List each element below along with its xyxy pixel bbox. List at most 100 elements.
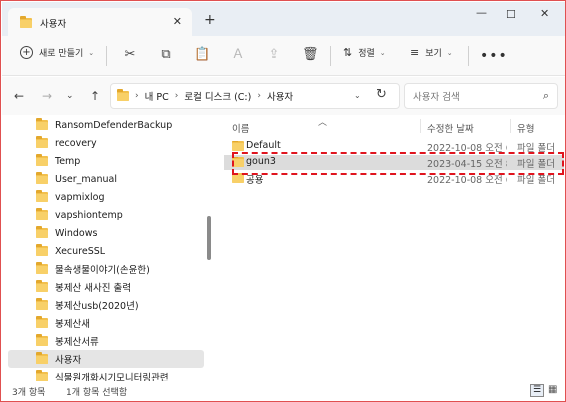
folder-icon xyxy=(36,118,48,130)
folder-icon xyxy=(20,15,32,28)
tree-item-selected[interactable]: 사용자 xyxy=(8,350,204,368)
tree-item-label: RansomDefenderBackup xyxy=(55,119,173,131)
new-button[interactable]: + 새로 만들기 ⌄ xyxy=(20,46,94,59)
back-button[interactable]: ← xyxy=(14,89,24,103)
tree-item[interactable]: Windows xyxy=(8,224,204,242)
folder-icon xyxy=(36,190,48,202)
tree-item-label: 사용자 xyxy=(55,355,82,366)
tree-item-label: 봉제산 새사진 출력 xyxy=(55,283,131,294)
up-button[interactable]: ↑ xyxy=(90,89,100,103)
tree-item[interactable]: vapmixlog xyxy=(8,188,204,206)
sort-label: 정렬 xyxy=(358,49,375,59)
tree-item[interactable]: recovery xyxy=(8,134,204,152)
file-name: Default xyxy=(246,140,281,151)
tree-item[interactable]: 봉제산서류 xyxy=(8,332,204,350)
tree-item[interactable]: RansomDefenderBackup xyxy=(8,116,204,134)
maximize-button[interactable]: ☐ xyxy=(506,8,516,21)
tree-item[interactable]: 물속생물이야기(손윤한) xyxy=(8,260,204,278)
breadcrumb-separator: › xyxy=(257,91,261,101)
item-count: 3개 항목 xyxy=(12,388,46,398)
breadcrumb-separator: › xyxy=(174,91,179,101)
tree-item[interactable]: 봉제산 새사진 출력 xyxy=(8,278,204,296)
file-row[interactable]: 공용 2022-10-08 오전 6... 파일 폴더 xyxy=(224,171,564,186)
file-name: goun3 xyxy=(246,156,276,167)
close-window-button[interactable]: ✕ xyxy=(540,7,549,20)
file-type: 파일 폴더 xyxy=(517,143,555,154)
nav-scrollbar[interactable] xyxy=(207,216,211,260)
breadcrumb-users[interactable]: 사용자 xyxy=(267,89,293,103)
tree-item-label: 물속생물이야기(손윤한) xyxy=(55,265,150,276)
command-bar: + 새로 만들기 ⌄ ✂ ⧉ 📋 Ａ ⇪ 🗑 ⇅ 정렬 ⌄ ≡ 보기 ⌄ ••• xyxy=(2,36,565,76)
share-icon[interactable]: ⇪ xyxy=(266,47,282,63)
column-header-type[interactable]: 유형 xyxy=(517,121,534,135)
folder-icon xyxy=(36,352,48,364)
tree-item[interactable]: Temp xyxy=(8,152,204,170)
folder-icon xyxy=(36,334,48,346)
folder-icon xyxy=(36,298,48,310)
folder-icon xyxy=(36,316,48,328)
tab-title: 사용자 xyxy=(40,18,67,30)
folder-icon xyxy=(36,280,48,292)
details-view-icon[interactable]: ☰ xyxy=(530,384,544,397)
folder-icon xyxy=(232,173,244,183)
navigation-pane: RansomDefenderBackup recovery Temp User_… xyxy=(2,115,212,384)
search-placeholder: 사용자 검색 xyxy=(413,92,460,103)
tree-item-label: XecureSSL xyxy=(55,245,106,257)
tree-item-label: 봉제산새 xyxy=(55,319,90,330)
tree-item[interactable]: User_manual xyxy=(8,170,204,188)
tree-item-label: 봉제산usb(2020년) xyxy=(55,301,139,312)
new-label: 새로 만들기 xyxy=(39,49,84,59)
copy-icon[interactable]: ⧉ xyxy=(158,47,174,63)
recent-locations-button[interactable]: ⌄ xyxy=(66,91,74,101)
column-divider[interactable] xyxy=(420,119,421,133)
chevron-down-icon: ⌄ xyxy=(446,48,453,57)
folder-icon xyxy=(36,244,48,256)
sort-ascending-icon: ︿ xyxy=(318,118,328,128)
forward-button[interactable]: → xyxy=(42,89,52,103)
chevron-down-icon: ⌄ xyxy=(88,48,95,57)
folder-icon xyxy=(36,208,48,220)
delete-icon[interactable]: 🗑 xyxy=(302,47,319,63)
breadcrumb-this-pc[interactable]: 내 PC xyxy=(145,89,169,103)
sort-button[interactable]: ⇅ 정렬 ⌄ xyxy=(343,46,386,59)
file-type: 파일 폴더 xyxy=(517,175,555,186)
refresh-button[interactable]: ↻ xyxy=(376,87,387,102)
tree-item-label: 봉제산서류 xyxy=(55,337,99,348)
more-options-button[interactable]: ••• xyxy=(480,48,508,64)
file-date: 2023-04-15 오전 8... xyxy=(427,159,507,170)
tree-item-label: Temp xyxy=(55,155,81,167)
tree-item[interactable]: 봉제산usb(2020년) xyxy=(8,296,204,314)
cut-icon[interactable]: ✂ xyxy=(122,47,138,63)
paste-icon[interactable]: 📋 xyxy=(194,47,210,63)
file-date: 2022-10-08 오전 6... xyxy=(427,143,507,154)
breadcrumb-local-disk[interactable]: 로컬 디스크 (C:) xyxy=(184,89,251,103)
folder-icon xyxy=(232,157,244,167)
file-list: ︿ 이름 수정한 날짜 유형 Default 2022-10-08 오전 6..… xyxy=(216,115,565,381)
tree-item-label: Windows xyxy=(55,227,98,239)
column-header-date[interactable]: 수정한 날짜 xyxy=(427,121,474,135)
view-icon: ≡ xyxy=(410,46,420,59)
search-icon: ⌕ xyxy=(542,89,549,102)
chevron-down-icon: ⌄ xyxy=(379,48,386,57)
tree-item[interactable]: vapshiontemp xyxy=(8,206,204,224)
tree-item[interactable]: 봉제산새 xyxy=(8,314,204,332)
search-input[interactable]: 사용자 검색 ⌕ xyxy=(404,83,558,109)
tiles-view-icon[interactable]: ▦ xyxy=(548,384,557,395)
rename-icon[interactable]: Ａ xyxy=(230,47,246,63)
file-name: 공용 xyxy=(246,175,264,186)
tree-item[interactable]: XecureSSL xyxy=(8,242,204,260)
folder-icon xyxy=(36,262,48,274)
new-tab-button[interactable]: + xyxy=(204,13,216,27)
tab-users[interactable]: 사용자 ✕ xyxy=(8,8,192,37)
close-tab-icon[interactable]: ✕ xyxy=(173,15,182,28)
view-button[interactable]: ≡ 보기 ⌄ xyxy=(410,46,453,59)
tree-item-label: recovery xyxy=(55,137,97,149)
file-row[interactable]: Default 2022-10-08 오전 6... 파일 폴더 xyxy=(224,139,564,154)
tree-item-label: vapmixlog xyxy=(55,191,105,203)
address-history-button[interactable]: ⌄ xyxy=(354,91,361,100)
column-divider[interactable] xyxy=(510,119,511,133)
minimize-button[interactable]: — xyxy=(476,6,487,19)
column-header-name[interactable]: 이름 xyxy=(232,121,249,135)
file-row-selected[interactable]: goun3 2023-04-15 오전 8... 파일 폴더 xyxy=(224,155,564,170)
file-explorer-window: 사용자 ✕ + — ☐ ✕ + 새로 만들기 ⌄ ✂ ⧉ 📋 Ａ ⇪ 🗑 ⇅ 정… xyxy=(0,0,566,402)
